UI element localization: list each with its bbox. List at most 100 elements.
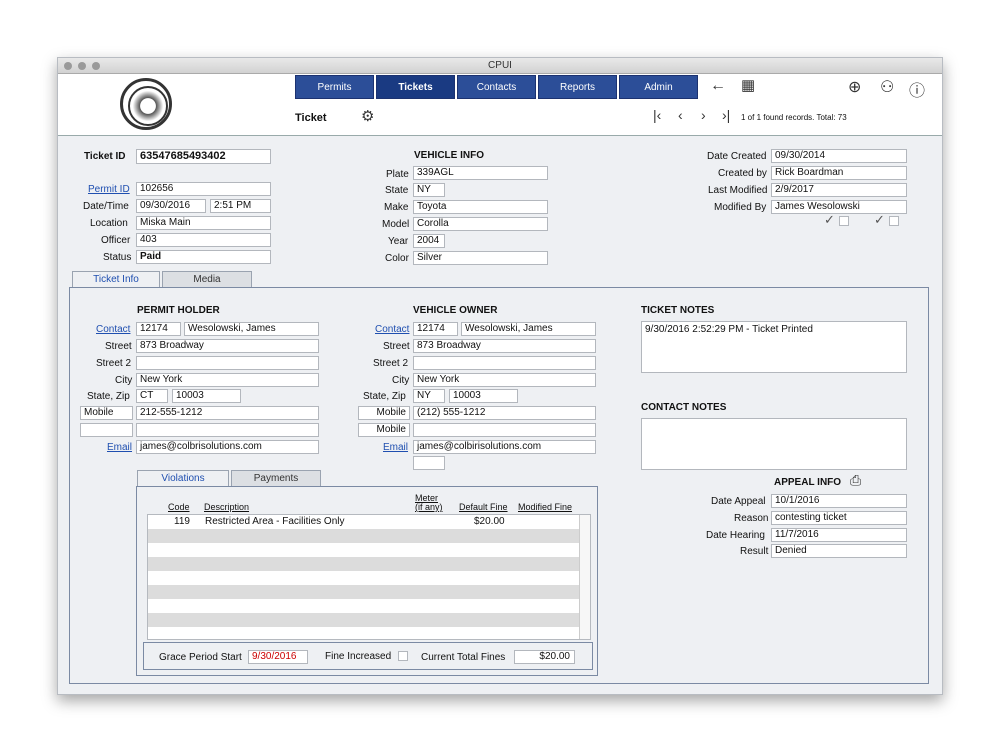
owner-phone2-type-field[interactable]: Mobile xyxy=(358,423,410,437)
permit-id-field[interactable]: 102656 xyxy=(136,182,271,196)
user-icon[interactable]: ⚇ xyxy=(880,77,894,97)
tab-violations[interactable]: Violations xyxy=(137,470,229,487)
holder-state-field[interactable]: CT xyxy=(136,389,168,403)
holder-email-link[interactable]: Email xyxy=(107,442,132,453)
verify-checkbox-1[interactable] xyxy=(839,216,849,226)
holder-street2-field[interactable] xyxy=(136,356,319,370)
page-title: Ticket xyxy=(295,112,327,124)
date-hearing-field[interactable]: 11/7/2016 xyxy=(771,528,907,542)
table-row[interactable] xyxy=(148,599,580,613)
back-arrow-icon[interactable]: ← xyxy=(710,77,726,95)
owner-street-field[interactable]: 873 Broadway xyxy=(413,339,596,353)
owner-street2-label: Street 2 xyxy=(373,358,409,369)
make-label: Make xyxy=(384,202,409,213)
color-field[interactable]: Silver xyxy=(413,251,548,265)
holder-street-field[interactable]: 873 Broadway xyxy=(136,339,319,353)
total-fines-label: Current Total Fines xyxy=(421,652,506,663)
first-record-icon[interactable]: |‹ xyxy=(653,107,661,123)
reason-label: Reason xyxy=(734,513,769,524)
tab-media[interactable]: Media xyxy=(162,271,252,288)
prev-record-icon[interactable]: ‹ xyxy=(678,107,683,123)
permit-id-link[interactable]: Permit ID xyxy=(88,184,130,195)
violations-table: 119 Restricted Area - Facilities Only $2… xyxy=(147,514,591,640)
help-lifebuoy-icon[interactable]: ⊕ xyxy=(848,77,861,97)
nav-tab-tickets[interactable]: Tickets xyxy=(376,75,455,99)
contact-notes-area[interactable] xyxy=(641,418,907,470)
holder-city-field[interactable]: New York xyxy=(136,373,319,387)
date-hearing-label: Date Hearing xyxy=(706,530,765,541)
holder-email-field[interactable]: james@colbrisolutions.com xyxy=(136,440,319,454)
date-appeal-field[interactable]: 10/1/2016 xyxy=(771,494,907,508)
owner-phone-type-field[interactable]: Mobile xyxy=(358,406,410,420)
owner-extra-field[interactable] xyxy=(413,456,445,470)
owner-city-field[interactable]: New York xyxy=(413,373,596,387)
violation-description: Restricted Area - Facilities Only xyxy=(205,516,345,527)
model-label: Model xyxy=(382,219,410,230)
officer-field[interactable]: 403 xyxy=(136,233,271,247)
created-by-field[interactable]: Rick Boardman xyxy=(771,166,907,180)
table-row[interactable]: 119 Restricted Area - Facilities Only $2… xyxy=(148,515,580,529)
reason-field[interactable]: contesting ticket xyxy=(771,511,907,525)
verify-checkbox-2[interactable] xyxy=(889,216,899,226)
holder-mobile-field[interactable]: 212-555-1212 xyxy=(136,406,319,420)
table-scrollbar[interactable] xyxy=(579,515,590,639)
year-field[interactable]: 2004 xyxy=(413,234,445,248)
fine-increased-checkbox[interactable] xyxy=(398,651,408,661)
plate-field[interactable]: 339AGL xyxy=(413,166,548,180)
holder-contact-name-field[interactable]: Wesolowski, James xyxy=(184,322,319,336)
owner-zip-field[interactable]: 10003 xyxy=(449,389,518,403)
result-field[interactable]: Denied xyxy=(771,544,907,558)
owner-email-field[interactable]: james@colbirisolutions.com xyxy=(413,440,596,454)
nav-tab-permits[interactable]: Permits xyxy=(295,75,374,99)
ticket-id-field[interactable]: 63547685493402 xyxy=(136,149,271,164)
make-field[interactable]: Toyota xyxy=(413,200,548,214)
owner-email-link[interactable]: Email xyxy=(383,442,408,453)
time-field[interactable]: 2:51 PM xyxy=(210,199,271,213)
grace-period-field[interactable]: 9/30/2016 xyxy=(248,650,308,664)
info-icon[interactable]: ⓘ xyxy=(909,77,925,101)
table-row[interactable] xyxy=(148,529,580,543)
owner-mobile-field[interactable]: (212) 555-1212 xyxy=(413,406,596,420)
holder-phone2-field[interactable] xyxy=(136,423,319,437)
table-row[interactable] xyxy=(148,585,580,599)
holder-phone2-type-field[interactable] xyxy=(80,423,133,437)
tab-payments[interactable]: Payments xyxy=(231,470,321,487)
last-record-icon[interactable]: ›| xyxy=(722,107,730,123)
owner-contact-name-field[interactable]: Wesolowski, James xyxy=(461,322,596,336)
model-field[interactable]: Corolla xyxy=(413,217,548,231)
owner-street2-field[interactable] xyxy=(413,356,596,370)
next-record-icon[interactable]: › xyxy=(701,107,706,123)
total-fines-field[interactable]: $20.00 xyxy=(514,650,575,664)
holder-contact-id-field[interactable]: 12174 xyxy=(136,322,181,336)
col-code-header: Code xyxy=(168,502,190,512)
vehicle-state-field[interactable]: NY xyxy=(413,183,445,197)
grid-view-icon[interactable]: ▦ xyxy=(741,76,755,94)
status-field[interactable]: Paid xyxy=(136,250,271,264)
date-created-field[interactable]: 09/30/2014 xyxy=(771,149,907,163)
printer-icon[interactable]: ⎙ xyxy=(850,472,861,489)
table-row[interactable] xyxy=(148,613,580,627)
ticket-notes-area[interactable]: 9/30/2016 2:52:29 PM - Ticket Printed xyxy=(641,321,907,373)
last-modified-field[interactable]: 2/9/2017 xyxy=(771,183,907,197)
location-field[interactable]: Miska Main xyxy=(136,216,271,230)
owner-state-field[interactable]: NY xyxy=(413,389,445,403)
ticket-id-label: Ticket ID xyxy=(84,151,126,162)
owner-phone2-field[interactable] xyxy=(413,423,596,437)
gear-icon[interactable]: ⚙ xyxy=(361,107,374,125)
table-row[interactable] xyxy=(148,571,580,585)
nav-tab-reports[interactable]: Reports xyxy=(538,75,617,99)
table-row[interactable] xyxy=(148,543,580,557)
table-row[interactable] xyxy=(148,557,580,571)
holder-zip-field[interactable]: 10003 xyxy=(172,389,241,403)
location-label: Location xyxy=(90,218,128,229)
holder-phone-type-field[interactable]: Mobile xyxy=(80,406,133,420)
violation-code: 119 xyxy=(174,516,190,527)
holder-contact-link[interactable]: Contact xyxy=(96,324,130,335)
nav-tab-contacts[interactable]: Contacts xyxy=(457,75,536,99)
owner-contact-id-field[interactable]: 12174 xyxy=(413,322,458,336)
nav-tab-admin[interactable]: Admin xyxy=(619,75,698,99)
owner-contact-link[interactable]: Contact xyxy=(375,324,409,335)
modified-by-field[interactable]: James Wesolowski xyxy=(771,200,907,214)
date-field[interactable]: 09/30/2016 xyxy=(136,199,206,213)
tab-ticket-info[interactable]: Ticket Info xyxy=(72,271,160,288)
